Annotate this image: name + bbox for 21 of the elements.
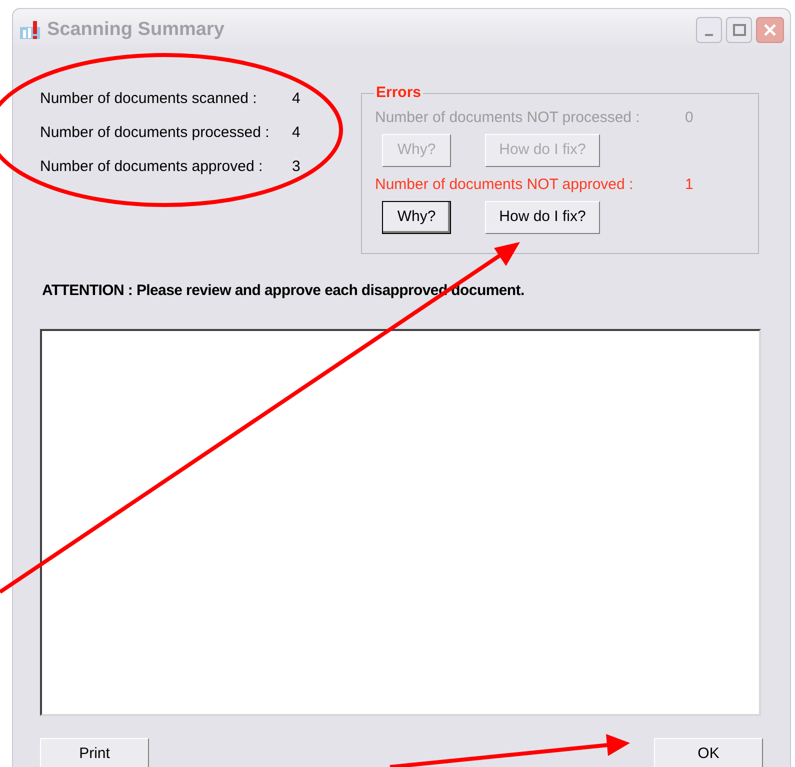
summary-value: 4	[292, 89, 300, 109]
maximize-button[interactable]	[726, 17, 752, 43]
attention-message: ATTENTION : Please review and approve each disapproved document.	[42, 282, 524, 299]
summary-label: Number of documents scanned :	[40, 89, 258, 109]
error-label: Number of documents NOT processed :	[375, 108, 641, 128]
close-button[interactable]	[756, 17, 784, 43]
button[interactable]: How do I fix?	[485, 201, 600, 234]
minimize-button[interactable]	[696, 17, 722, 43]
button[interactable]: OK	[654, 738, 763, 767]
chart-icon	[19, 19, 41, 41]
close-icon	[763, 23, 777, 37]
button[interactable]: Print	[40, 738, 149, 767]
button[interactable]: Why?	[382, 201, 451, 234]
summary-label: Number of documents approved :	[40, 157, 264, 177]
error-value: 1	[685, 175, 694, 195]
summary-label: Number of documents processed :	[40, 123, 270, 143]
summary-value: 3	[292, 157, 300, 177]
window-title: Scanning Summary	[47, 18, 224, 42]
error-value: 0	[685, 108, 694, 128]
summary-value: 4	[292, 123, 300, 143]
error-label: Number of documents NOT approved :	[375, 175, 634, 195]
